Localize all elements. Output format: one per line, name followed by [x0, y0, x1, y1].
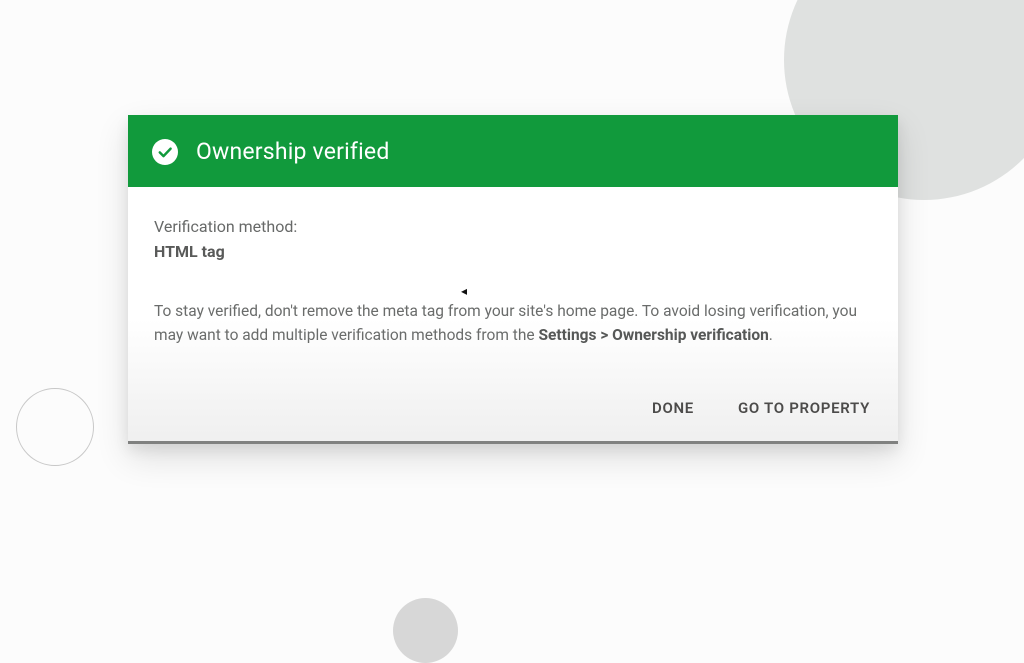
- dialog-footer-divider: [128, 441, 898, 444]
- ownership-verified-dialog: Ownership verified Verification method: …: [128, 115, 898, 444]
- verification-info-text: To stay verified, don't remove the meta …: [154, 299, 872, 347]
- decorative-circle-bottom: [393, 598, 458, 663]
- done-button[interactable]: DONE: [648, 393, 698, 423]
- checkmark-circle-icon: [152, 139, 178, 165]
- verification-method-label: Verification method:: [154, 217, 872, 236]
- dialog-actions: DONE GO TO PROPERTY: [128, 369, 898, 441]
- dialog-body: Verification method: HTML tag To stay ve…: [128, 187, 898, 369]
- verification-method-value: HTML tag: [154, 242, 872, 261]
- dialog-header: Ownership verified: [128, 115, 898, 187]
- go-to-property-button[interactable]: GO TO PROPERTY: [734, 393, 874, 423]
- settings-path-text: Settings > Ownership verification: [538, 326, 768, 344]
- decorative-circle-left: [16, 388, 94, 466]
- info-text-suffix: .: [769, 326, 773, 344]
- dialog-title: Ownership verified: [196, 138, 390, 165]
